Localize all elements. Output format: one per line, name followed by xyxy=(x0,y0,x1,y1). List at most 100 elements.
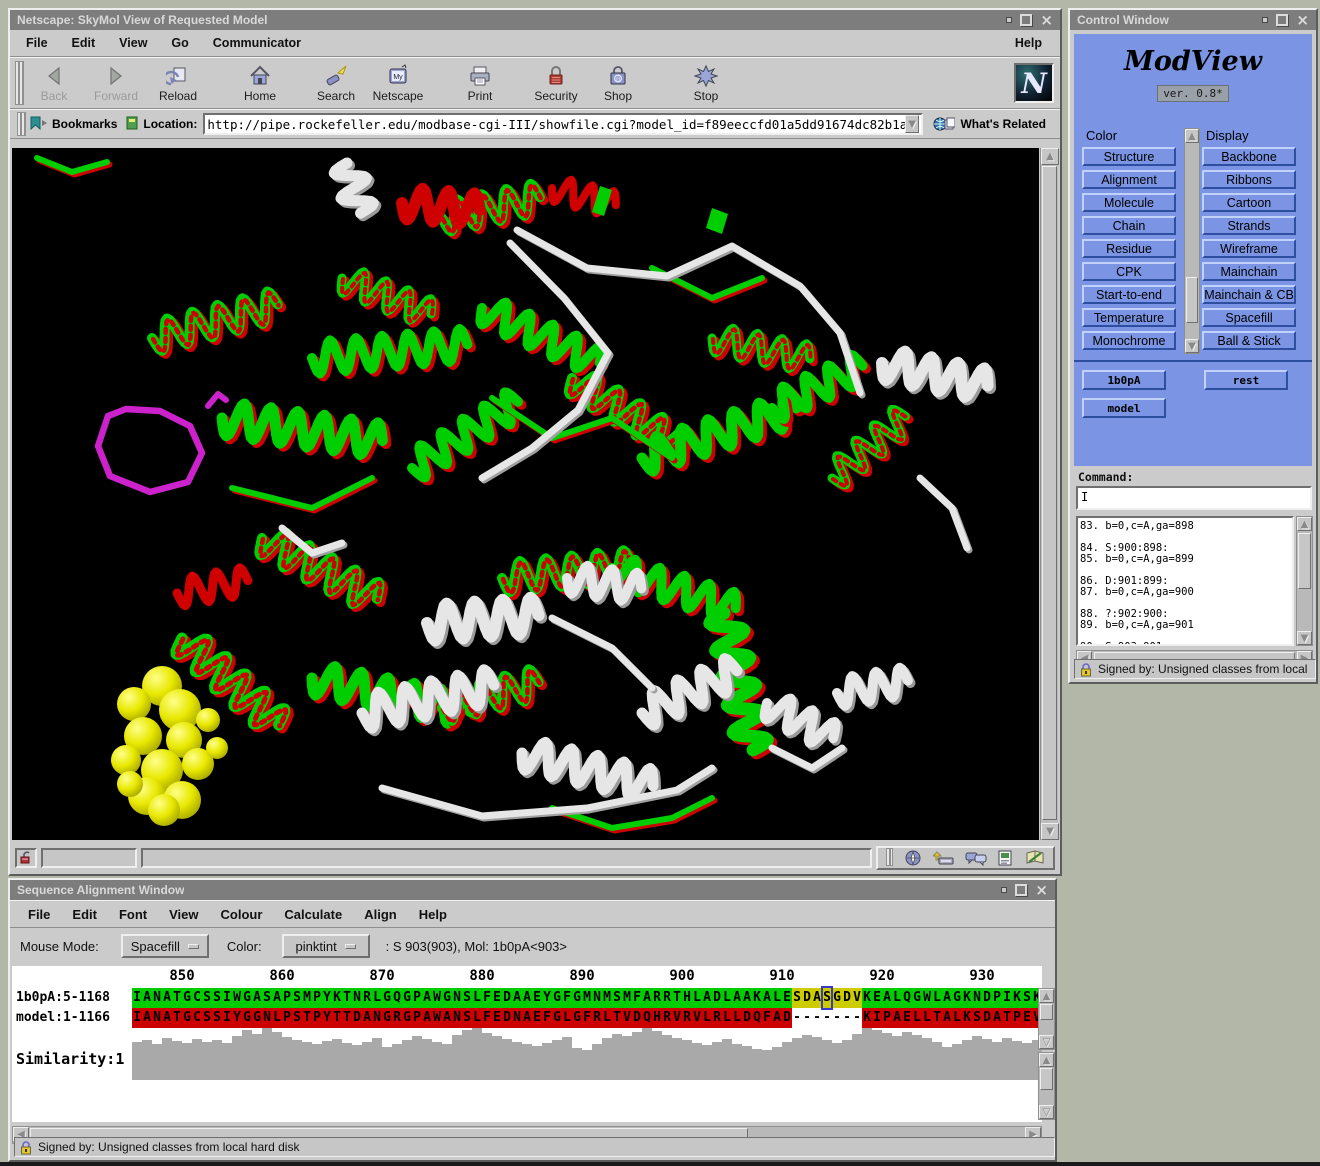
alignment-scroll-up[interactable]: ▲ xyxy=(1039,989,1054,1003)
browser-titlebar[interactable]: Netscape: SkyMol View of Requested Model… xyxy=(10,10,1060,30)
residue-cell[interactable]: S xyxy=(462,988,472,1008)
whats-related-button[interactable]: What's Related xyxy=(923,116,1054,132)
residue-cell[interactable]: A xyxy=(162,988,172,1008)
residue-cell[interactable]: F xyxy=(632,988,642,1008)
back-button[interactable]: Back xyxy=(27,59,81,107)
residue-cell[interactable]: W xyxy=(922,988,932,1008)
control-minimize-button[interactable] xyxy=(1262,17,1268,23)
residue-cell[interactable]: S xyxy=(792,988,802,1008)
residue-color-dropdown[interactable]: pinktint xyxy=(282,934,370,958)
stop-button[interactable]: Stop xyxy=(679,59,733,107)
residue-cell[interactable]: R xyxy=(362,988,372,1008)
residue-cell[interactable]: L xyxy=(472,988,482,1008)
residue-cell[interactable]: A xyxy=(272,988,282,1008)
address-book-icon[interactable] xyxy=(1025,850,1045,866)
color-chain-button[interactable]: Chain xyxy=(1082,216,1176,235)
bookmarks-label[interactable]: Bookmarks xyxy=(52,117,117,131)
residue-cell[interactable]: N xyxy=(592,988,602,1008)
color-monochrome-button[interactable]: Monochrome xyxy=(1082,331,1176,350)
residue-cell[interactable]: I xyxy=(132,988,142,1008)
control-maximize-button[interactable] xyxy=(1276,14,1288,26)
residue-cell[interactable]: G xyxy=(832,988,842,1008)
command-log[interactable]: 83. b=0,c=A,ga=898 84. S:900:898: 85. b=… xyxy=(1076,516,1294,646)
residue-cell[interactable]: W xyxy=(432,988,442,1008)
residue-cell[interactable]: N xyxy=(352,988,362,1008)
residue-cell[interactable]: Q xyxy=(392,988,402,1008)
residue-cell[interactable]: N xyxy=(972,988,982,1008)
display-cartoon-button[interactable]: Cartoon xyxy=(1202,193,1296,212)
control-titlebar[interactable]: Control Window × xyxy=(1070,10,1316,30)
seqwin-titlebar[interactable]: Sequence Alignment Window × xyxy=(10,880,1055,900)
seqwin-minimize-button[interactable] xyxy=(1001,887,1007,893)
display-spacefill-button[interactable]: Spacefill xyxy=(1202,308,1296,327)
log-scroll-thumb[interactable] xyxy=(1298,533,1311,589)
residue-cell[interactable]: A xyxy=(762,988,772,1008)
residue-cell[interactable]: K xyxy=(1012,988,1022,1008)
residue-cell[interactable]: A xyxy=(702,988,712,1008)
display-wireframe-button[interactable]: Wireframe xyxy=(1202,239,1296,258)
residue-cell[interactable]: A xyxy=(422,988,432,1008)
control-scroll-up[interactable]: ▲ xyxy=(1185,129,1199,143)
color-alignment-button[interactable]: Alignment xyxy=(1082,170,1176,189)
residue-cell[interactable]: A xyxy=(732,988,742,1008)
scroll-down-button[interactable]: ▼ xyxy=(1041,823,1059,840)
histogram-scroll-thumb[interactable] xyxy=(1040,1068,1053,1090)
residue-cell[interactable]: M xyxy=(302,988,312,1008)
color-start-to-end-button[interactable]: Start-to-end xyxy=(1082,285,1176,304)
seqwin-close-button[interactable]: × xyxy=(1035,884,1048,896)
mailbox-icon[interactable] xyxy=(933,850,955,866)
residue-cell[interactable]: A xyxy=(642,988,652,1008)
residue-cell[interactable]: G xyxy=(402,988,412,1008)
residue-cell[interactable]: E xyxy=(532,988,542,1008)
color-temperature-button[interactable]: Temperature xyxy=(1082,308,1176,327)
minimize-button[interactable] xyxy=(1006,17,1012,23)
home-button[interactable]: Home xyxy=(233,59,287,107)
residue-cell[interactable]: G xyxy=(552,988,562,1008)
residue-cell[interactable]: F xyxy=(562,988,572,1008)
netscape-logo[interactable]: N xyxy=(1014,63,1054,103)
component-bar-grip[interactable] xyxy=(886,848,893,866)
residue-cell[interactable]: S xyxy=(1022,988,1032,1008)
residue-cell[interactable]: M xyxy=(622,988,632,1008)
scroll-thumb[interactable] xyxy=(1042,166,1057,820)
menu-help[interactable]: Help xyxy=(1015,36,1054,50)
residue-cell[interactable]: M xyxy=(602,988,612,1008)
seq-menu-file[interactable]: File xyxy=(28,907,50,922)
residue-cell[interactable]: W xyxy=(232,988,242,1008)
residue-cell[interactable]: S xyxy=(292,988,302,1008)
residue-cell[interactable]: S xyxy=(262,988,272,1008)
residue-cell[interactable]: A xyxy=(142,988,152,1008)
command-input[interactable]: I xyxy=(1076,486,1312,510)
residue-cell[interactable]: R xyxy=(662,988,672,1008)
color-molecule-button[interactable]: Molecule xyxy=(1082,193,1176,212)
residue-cell[interactable]: L xyxy=(772,988,782,1008)
control-scroll-down[interactable]: ▼ xyxy=(1185,339,1199,353)
residue-cell[interactable]: Q xyxy=(902,988,912,1008)
color-residue-button[interactable]: Residue xyxy=(1082,239,1176,258)
scroll-up-button[interactable]: ▲ xyxy=(1041,148,1059,165)
display-mainchain-cb-button[interactable]: Mainchain & CB xyxy=(1202,285,1296,304)
residue-cell[interactable]: E xyxy=(492,988,502,1008)
residue-cell[interactable]: G xyxy=(182,988,192,1008)
residue-cell[interactable]: A xyxy=(512,988,522,1008)
canvas-vscrollbar[interactable]: ▲ ▼ xyxy=(1040,148,1058,840)
residue-cell[interactable]: S xyxy=(212,988,222,1008)
residue-cell[interactable]: K xyxy=(752,988,762,1008)
seq-menu-calculate[interactable]: Calculate xyxy=(284,907,342,922)
residue-cell[interactable]: T xyxy=(342,988,352,1008)
display-strands-button[interactable]: Strands xyxy=(1202,216,1296,235)
residue-cell[interactable]: R xyxy=(652,988,662,1008)
histogram-scroll-down[interactable]: ▽ xyxy=(1039,1105,1054,1119)
netscape-button[interactable]: MyNetscape xyxy=(371,59,425,107)
seq-menu-font[interactable]: Font xyxy=(119,907,147,922)
security-button[interactable]: Security xyxy=(529,59,583,107)
seq-menu-align[interactable]: Align xyxy=(364,907,397,922)
residue-cell[interactable]: P xyxy=(992,988,1002,1008)
location-input[interactable]: http://pipe.rockefeller.edu/modbase-cgi-… xyxy=(203,113,923,135)
display-mainchain-button[interactable]: Mainchain xyxy=(1202,262,1296,281)
residue-cell[interactable]: V xyxy=(852,988,862,1008)
maximize-button[interactable] xyxy=(1020,14,1032,26)
residue-cell[interactable]: G xyxy=(952,988,962,1008)
display-ribbons-button[interactable]: Ribbons xyxy=(1202,170,1296,189)
residue-cell[interactable]: K xyxy=(332,988,342,1008)
